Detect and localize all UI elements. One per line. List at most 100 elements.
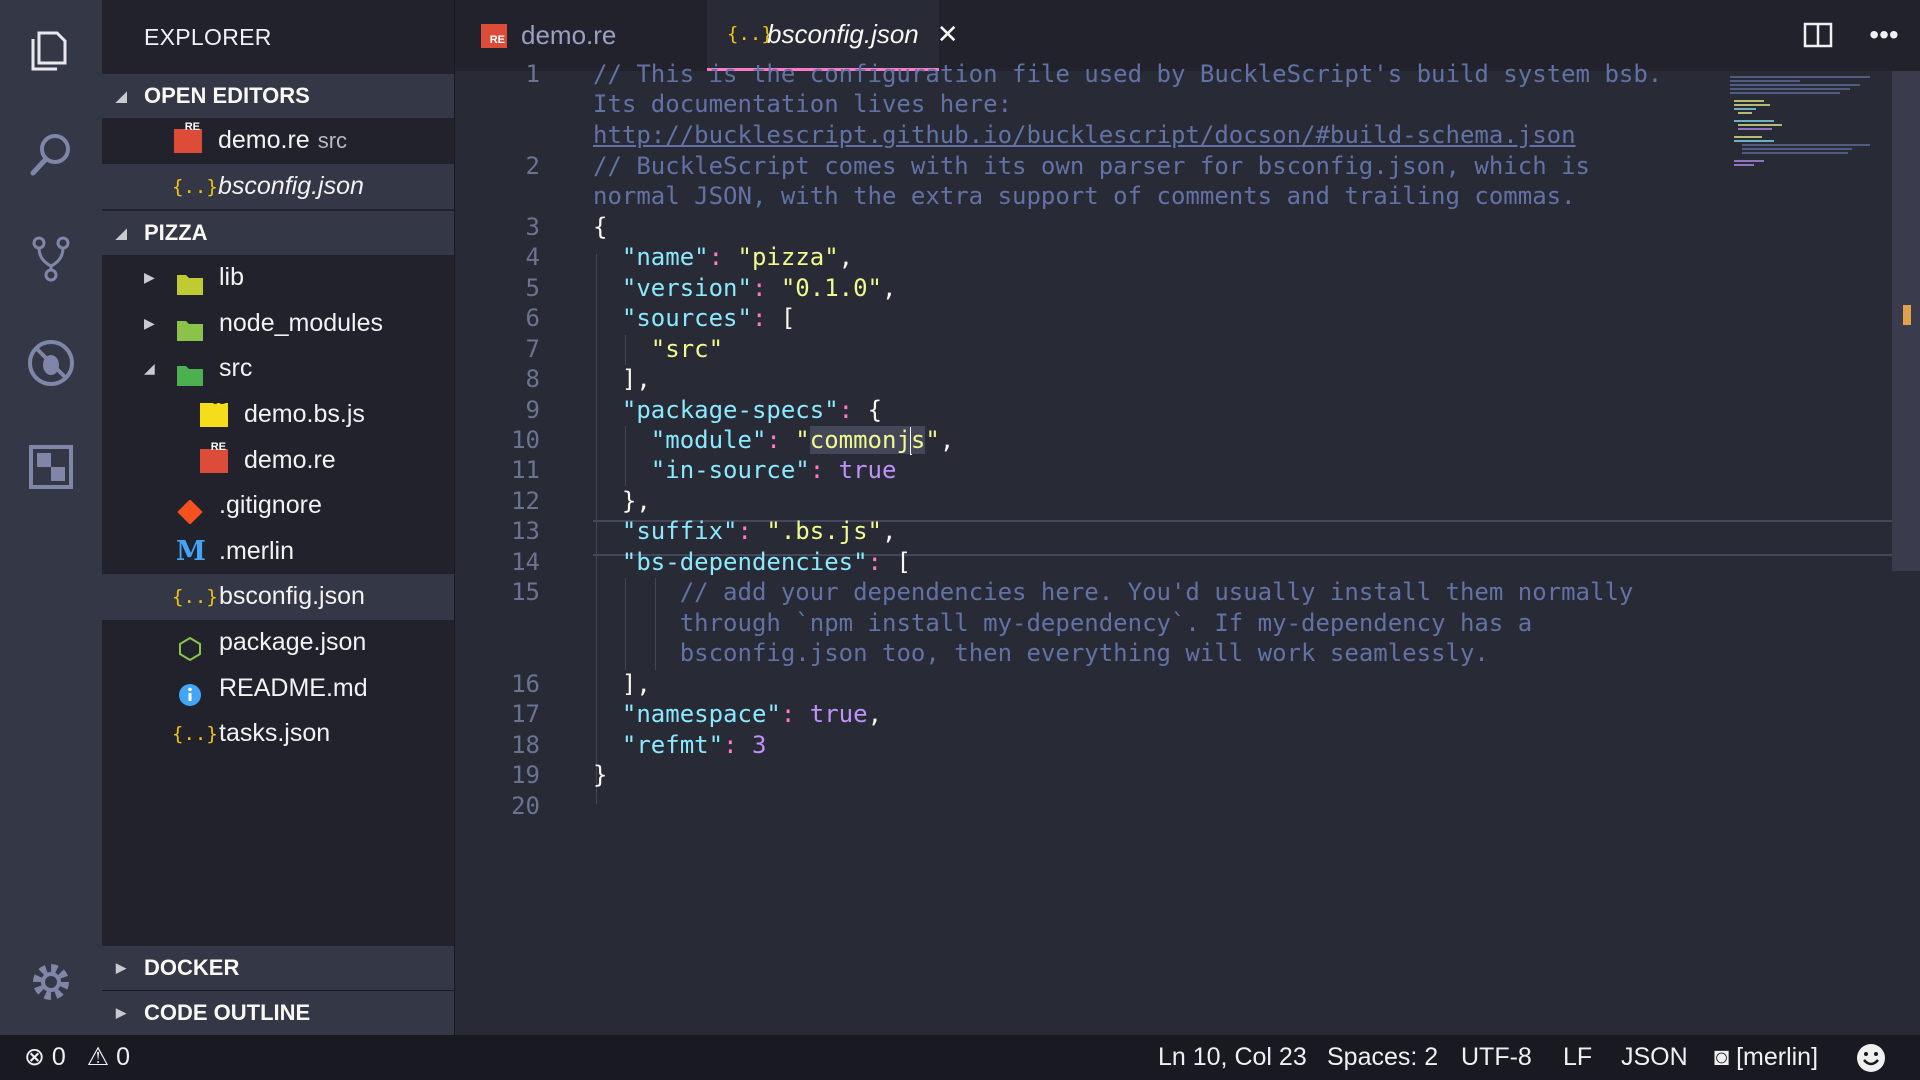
line-number: 10 [511,426,540,454]
explorer-button[interactable] [0,6,102,96]
code-line-14: "bs-dependencies": [ [621,548,911,576]
open-editor-label: bsconfig.json [218,171,364,200]
smiley-icon [1857,1044,1885,1073]
source-control-icon [32,236,70,282]
tree-item-merlin[interactable]: M .merlin [102,529,454,575]
language-mode[interactable]: JSON [1621,1035,1688,1080]
cursor-position[interactable]: Ln 10, Col 23 [1158,1035,1307,1080]
open-editor-item-bsconfig[interactable]: {..} bsconfig.json [102,163,454,210]
extensions-button[interactable] [0,422,102,512]
docker-label: DOCKER [144,955,240,980]
code-line-2: // BuckleScript comes with its own parse… [593,152,1590,180]
folder-lib-icon [176,266,204,296]
json-key: "module" [650,426,767,454]
json-string-quote: " [925,426,940,454]
problems-indicator[interactable]: ⊗ 0 ⚠ 0 [24,1035,130,1080]
tree-item-demo-re[interactable]: RE demo.re [102,438,454,484]
selected-word: commonj [809,426,911,454]
json-file-icon: {..} [172,175,218,198]
comment-text: bsconfig.json too, then everything will … [679,639,1489,667]
line-number: 9 [525,396,540,424]
feedback-button[interactable] [1856,1035,1886,1080]
tree-item-label: bsconfig.json [219,582,365,611]
code-line-13: "suffix": ".bs.js", [621,517,897,545]
tree-item-package-json[interactable]: package.json [102,620,454,666]
comment-text: // add your dependencies here. You'd usu… [679,578,1634,606]
folder-node-icon [176,312,204,341]
tree-item-label: lib [219,263,245,292]
json-file-icon: {..} [172,586,218,609]
schema-link[interactable]: http://bucklescript.github.io/bucklescri… [593,121,1576,149]
more-actions-button[interactable]: ••• [1867,18,1901,52]
code-line-10: "module": "commonjs", [650,426,955,455]
code-line-11: "in-source": true [650,456,897,484]
reason-file-icon: RE [481,23,507,48]
json-boolean: true [809,700,868,728]
tree-item-bsconfig[interactable]: {..} bsconfig.json [102,574,454,620]
chevron-right-icon: ▶ [144,314,155,331]
activity-bar [0,0,102,1035]
chevron-down-icon: ◢ [116,88,127,104]
json-string: "src" [650,335,724,363]
json-key: "package-specs" [621,396,839,424]
json-key: "refmt" [621,731,724,759]
tree-item-lib[interactable]: ▶ lib [102,255,454,301]
code-outline-header[interactable]: ▶ CODE OUTLINE [102,991,454,1035]
debug-icon [28,340,74,386]
indentation[interactable]: Spaces: 2 [1327,1035,1438,1080]
json-key: "sources" [621,304,752,332]
line-number: 20 [511,792,540,820]
scrollbar-cursor-marker [1903,305,1911,325]
code-editor[interactable]: 1 2 3 4 5 6 7 8 9 10 11 12 13 14 15 16 1… [455,60,1920,1035]
code-line-18: "refmt": 3 [621,731,767,759]
json-key: "bs-dependencies" [621,548,868,576]
tab-label: demo.re [521,20,617,50]
line-ending[interactable]: LF [1563,1035,1592,1080]
warning-icon: ⚠ [86,1043,110,1071]
json-bracket: [ [780,304,796,332]
open-editors-label: OPEN EDITORS [144,83,310,108]
docker-header[interactable]: ▶ DOCKER [102,946,454,991]
close-icon[interactable]: ✕ [937,19,959,50]
open-editor-item-demo-re[interactable]: RE demo.re src [102,118,454,164]
split-editor-button[interactable] [1801,18,1835,52]
json-string: "pizza" [737,243,839,271]
line-number: 3 [525,213,540,241]
tree-item-gitignore[interactable]: .gitignore [102,483,454,529]
merlin-status-icon: ◙ [1714,1043,1730,1071]
json-string-quote: " [795,426,810,454]
json-key: "in-source" [650,456,810,484]
code-line-9: "package-specs": { [621,396,883,424]
json-bracket: { [867,396,883,424]
tree-item-node-modules[interactable]: ▶ node_modules [102,301,454,347]
json-key: "name" [621,243,709,271]
code-line-8: ], [593,365,651,393]
code-line-3: { [593,213,608,241]
tree-item-tasks-json[interactable]: {..} tasks.json [102,711,454,757]
tree-item-src[interactable]: ◢ src [102,346,454,392]
selected-word-tail: s [910,426,926,454]
code-line-1-wrap: Its documentation lives here: [593,90,1013,118]
debug-button[interactable] [0,318,102,408]
code-line-19: } [593,761,608,789]
tree-item-demo-bs-js[interactable]: JS demo.bs.js [102,392,454,438]
json-string: "0.1.0" [780,274,883,302]
search-button[interactable] [0,110,102,200]
tree-item-readme[interactable]: README.md [102,666,454,712]
encoding[interactable]: UTF-8 [1461,1035,1532,1080]
project-header[interactable]: ◢ PIZZA [102,211,454,256]
json-bracket: [ [896,548,911,576]
merlin-status[interactable]: ◙ [merlin] [1714,1035,1818,1080]
code-line-5: "version": "0.1.0", [621,274,897,302]
source-control-button[interactable] [0,214,102,304]
open-editor-path: src [317,128,348,153]
open-editors-header[interactable]: ◢ OPEN EDITORS [102,74,454,118]
line-number: 2 [525,152,540,180]
settings-button[interactable] [0,937,102,1027]
nodejs-icon [176,631,204,662]
line-number: 7 [525,335,540,363]
code-line-12: }, [593,487,651,515]
minimap[interactable] [1730,74,1880,174]
extensions-icon [29,445,73,489]
git-icon [176,494,204,525]
